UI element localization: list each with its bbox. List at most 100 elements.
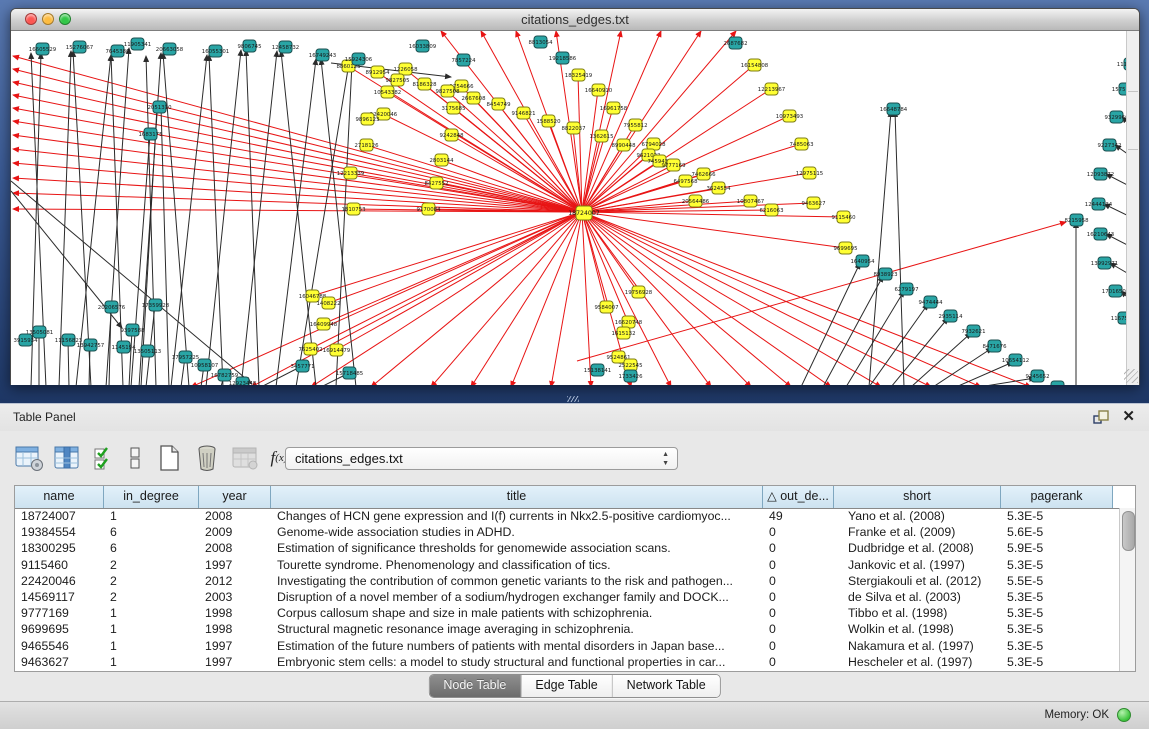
graph-node[interactable]: 2051310 [147, 101, 172, 113]
graph-node[interactable]: 8454749 [486, 98, 511, 110]
column-header-name[interactable]: name [15, 486, 104, 508]
graph-node[interactable]: 8186328 [412, 78, 437, 90]
graph-node[interactable]: 2687682 [723, 37, 747, 49]
graph-node[interactable]: 16055301 [202, 45, 229, 57]
graph-node[interactable]: 7932621 [961, 325, 985, 337]
row-height-button[interactable] [118, 441, 152, 475]
graph-node[interactable]: 18325419 [565, 69, 593, 81]
table-row[interactable]: 946554611997Estimation of the future num… [15, 638, 1119, 654]
graph-node[interactable]: 9170084 [416, 203, 441, 215]
graph-node[interactable]: 2935114 [938, 310, 963, 322]
graph-node[interactable]: 1929456 [1045, 381, 1070, 385]
graph-node[interactable]: 12444134 [1085, 198, 1113, 210]
graph-node[interactable]: 9463627 [801, 197, 825, 209]
table-row[interactable]: 1456911722003Disruption of a novel membe… [15, 589, 1119, 605]
graph-node[interactable]: 3624554 [706, 182, 731, 194]
window-resize-grip[interactable] [1124, 369, 1138, 383]
tab-node-table[interactable]: Node Table [429, 675, 521, 697]
graph-node[interactable]: 6216063 [759, 204, 783, 216]
column-header-in_degree[interactable]: in_degree [104, 486, 199, 508]
graph-node[interactable]: 8938923 [873, 268, 897, 280]
graph-node[interactable]: 9474444 [918, 296, 943, 308]
graph-node[interactable]: 8471676 [982, 340, 1007, 352]
graph-node[interactable]: 1145194 [111, 341, 136, 353]
graph-node[interactable]: 16033809 [409, 40, 437, 52]
graph-node[interactable]: 15138141 [584, 364, 611, 376]
table-selector-dropdown[interactable]: citations_edges.txt ▲▼ [285, 447, 678, 470]
table-row[interactable]: 1830029562008Estimation of significance … [15, 540, 1119, 556]
graph-node[interactable]: 19218586 [549, 52, 577, 64]
column-header-year[interactable]: year [199, 486, 271, 508]
graph-node[interactable]: 16605529 [29, 43, 57, 55]
graph-node[interactable]: 7485063 [789, 138, 813, 150]
graph-node[interactable]: 9115460 [831, 211, 856, 223]
graph-node[interactable]: 1640954 [850, 255, 875, 267]
table-row[interactable]: 2242004622012Investigating the contribut… [15, 573, 1119, 589]
graph-node[interactable]: 16749243 [309, 49, 336, 61]
graph-node[interactable]: 17016504 [1102, 285, 1127, 297]
column-header-short[interactable]: short [834, 486, 1001, 508]
graph-node[interactable]: 9227342 [1097, 139, 1121, 151]
graph-node[interactable]: 12975115 [796, 167, 823, 179]
graph-node[interactable]: 9146821 [511, 107, 535, 119]
graph-node[interactable]: 11675333 [1111, 312, 1127, 324]
tab-network-table[interactable]: Network Table [613, 675, 720, 697]
graph-node[interactable]: 1362615 [589, 130, 613, 142]
panel-split-grip[interactable] [567, 396, 579, 402]
table-row[interactable]: 946362711997Embryonic stem cells: a mode… [15, 654, 1119, 670]
graph-node[interactable]: 8813054 [528, 36, 553, 48]
graph-node[interactable]: 1733426 [618, 370, 643, 382]
graph-node[interactable]: 9584007 [594, 301, 618, 313]
graph-node[interactable]: 16154808 [741, 59, 769, 71]
graph-node[interactable]: 15751874 [1112, 83, 1127, 95]
graph-node[interactable]: 8990448 [611, 139, 636, 151]
graph-node[interactable]: 12093872 [1087, 168, 1114, 180]
graph-node[interactable]: 19756928 [625, 286, 653, 298]
graph-node[interactable]: 13505113 [134, 345, 161, 357]
graph-node[interactable]: 16648784 [880, 103, 908, 115]
table-scrollbar-thumb[interactable] [1122, 511, 1135, 551]
table-row[interactable]: 911546021997Tourette syndrome. Phenomeno… [15, 557, 1119, 573]
column-header-title[interactable]: title [271, 486, 763, 508]
table-row[interactable]: 969969511998Structural magnetic resonanc… [15, 621, 1119, 637]
delete-table-button[interactable] [190, 441, 224, 475]
table-row[interactable]: 1938455462009Genome-wide association stu… [15, 524, 1119, 540]
table-scrollbar[interactable] [1119, 508, 1135, 671]
graph-node[interactable]: 9699695 [833, 242, 857, 254]
float-panel-icon[interactable] [1093, 410, 1109, 424]
graph-node[interactable]: 12213339 [337, 167, 365, 179]
column-header-out_de[interactable]: △ out_de... [763, 486, 834, 508]
graph-node[interactable]: 16620748 [615, 316, 643, 328]
graph-node[interactable]: 16782759 [211, 369, 239, 381]
graph-node[interactable]: 16914479 [323, 344, 351, 356]
graph-node[interactable]: 12213967 [758, 83, 785, 95]
graph-node[interactable]: 12458732 [272, 41, 299, 53]
graph-node[interactable]: 16640910 [585, 84, 613, 96]
window-titlebar[interactable]: citations_edges.txt [11, 9, 1139, 31]
column-header-pagerank[interactable]: pagerank [1001, 486, 1113, 508]
graph-node[interactable]: 16210643 [1087, 228, 1114, 240]
graph-node[interactable]: 17957225 [172, 351, 199, 363]
graph-node[interactable]: 9397588 [120, 324, 145, 336]
graph-node[interactable]: 8822037 [561, 122, 585, 134]
graph-node[interactable]: 8215958 [1064, 214, 1089, 226]
graph-node[interactable]: 1683175 [138, 128, 162, 140]
graph-node[interactable]: 1588520 [536, 115, 561, 127]
close-panel-icon[interactable]: ✕ [1122, 407, 1135, 425]
graph-node[interactable]: 9329966 [1104, 111, 1127, 123]
graph-node[interactable]: 9245652 [1025, 370, 1049, 382]
graph-node[interactable]: 2667608 [461, 92, 486, 104]
tab-edge-table[interactable]: Edge Table [521, 675, 612, 697]
graph-node[interactable]: 7955812 [623, 119, 647, 131]
select-all-check-button[interactable] [88, 441, 122, 475]
graph-node[interactable]: 20663058 [156, 43, 184, 55]
new-table-button[interactable] [152, 441, 186, 475]
graph-node[interactable]: 9242848 [439, 129, 464, 141]
table-row[interactable]: 1872400712008Changes of HCN gene express… [15, 508, 1119, 524]
graph-node[interactable]: 7857224 [451, 54, 476, 66]
graph-node[interactable]: 6279197 [894, 283, 918, 295]
graph-node[interactable]: 10654112 [1002, 354, 1029, 366]
network-canvas[interactable]: 8860123891295412260589827505818632817546… [11, 31, 1127, 385]
table-settings-button[interactable] [12, 441, 46, 475]
network-scrollbar[interactable] [1126, 31, 1139, 385]
